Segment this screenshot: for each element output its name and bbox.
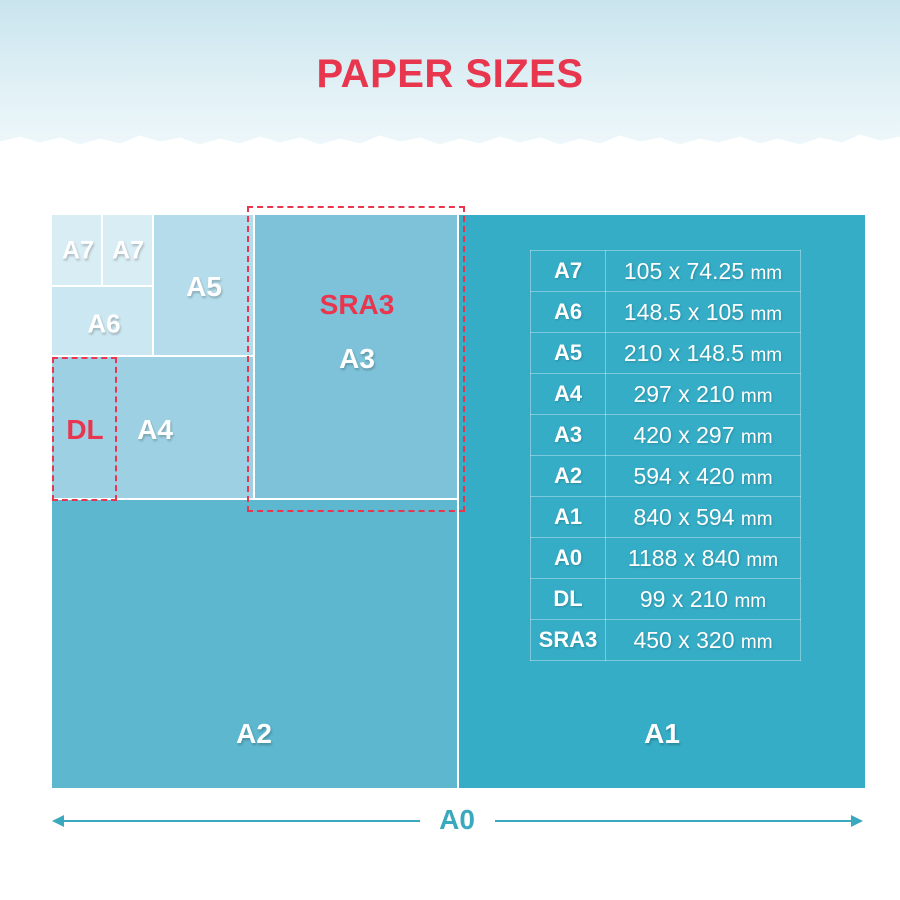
paper-size-dimensions: 420 x 297 mm (605, 414, 801, 456)
unit-label: mm (740, 426, 773, 448)
paper-size-name: SRA3 (530, 619, 606, 661)
paper-height: 594 (696, 503, 735, 530)
unit-label: mm (740, 385, 773, 407)
table-row: A1 840 x 594 mm (530, 496, 801, 538)
unit-label: mm (740, 631, 773, 653)
table-row: A3 420 x 297 mm (530, 414, 801, 456)
dimension-separator: x (668, 257, 681, 284)
paper-size-dimensions: 594 x 420 mm (605, 455, 801, 497)
paper-size-name: A4 (530, 373, 606, 415)
paper-size-dimensions: 105 x 74.25 mm (605, 250, 801, 292)
paper-size-name: A1 (530, 496, 606, 538)
a1-label: A1 (644, 718, 680, 749)
paper-size-name: DL (530, 578, 606, 620)
unit-label: mm (740, 467, 773, 489)
paper-height: 297 (696, 421, 735, 448)
paper-height: 105 (705, 298, 745, 325)
paper-height: 210 (696, 380, 735, 407)
unit-label: mm (734, 590, 767, 612)
sra3-label: SRA3 (319, 289, 395, 320)
unit-label: mm (750, 344, 783, 366)
paper-size-name: A7 (530, 250, 606, 292)
paper-height: 320 (696, 626, 735, 653)
paper-width: 594 (633, 462, 672, 489)
unit-label: mm (750, 262, 783, 284)
paper-size-dimensions: 210 x 148.5 mm (605, 332, 801, 374)
dimension-separator: x (678, 462, 690, 489)
a4-label: A4 (137, 414, 173, 445)
paper-height: 210 (689, 585, 729, 612)
dimension-separator: x (671, 585, 684, 612)
a0-label: A0 (439, 804, 475, 835)
dimension-separator: x (678, 380, 690, 407)
dimension-separator: x (678, 503, 690, 530)
paper-size-name: A5 (530, 332, 606, 374)
paper-width: 450 (633, 626, 672, 653)
unit-label: mm (750, 303, 783, 325)
a0-dimension-arrow: A0 (50, 800, 865, 840)
paper-size-name: A2 (530, 455, 606, 497)
dimension-separator: x (678, 421, 690, 448)
a3-label: A3 (339, 343, 375, 374)
paper-size-dimensions: 297 x 210 mm (605, 373, 801, 415)
paper-size-dimensions: 450 x 320 mm (605, 619, 801, 661)
a7-right-label: A7 (112, 236, 144, 265)
dimension-separator: x (683, 544, 696, 571)
table-row: A5 210 x 148.5 mm (530, 332, 801, 374)
paper-width: 148.5 (623, 298, 682, 325)
paper-width: 99 (639, 585, 666, 612)
table-row: A6 148.5 x 105 mm (530, 291, 801, 333)
unit-label: mm (740, 508, 773, 530)
a7-left-label: A7 (62, 236, 94, 265)
dimension-separator: x (678, 626, 690, 653)
paper-width: 210 (623, 339, 663, 366)
paper-width: 840 (633, 503, 672, 530)
table-row: A4 297 x 210 mm (530, 373, 801, 415)
table-row: A0 1188 x 840 mm (530, 537, 801, 579)
a5-label: A5 (186, 271, 222, 302)
paper-size-dimensions: 840 x 594 mm (605, 496, 801, 538)
paper-size-name: A6 (530, 291, 606, 333)
paper-width: 1188 (627, 544, 678, 571)
paper-size-dimensions: 148.5 x 105 mm (605, 291, 801, 333)
a2-label: A2 (236, 718, 272, 749)
table-row: SRA3 450 x 320 mm (530, 619, 801, 661)
paper-height: 74.25 (686, 257, 745, 284)
paper-width: 297 (633, 380, 672, 407)
table-row: DL 99 x 210 mm (530, 578, 801, 620)
paper-size-name: A3 (530, 414, 606, 456)
page-title: PAPER SIZES (316, 52, 584, 96)
a6-label: A6 (87, 308, 121, 339)
dimension-separator: x (687, 298, 700, 325)
table-row: A2 594 x 420 mm (530, 455, 801, 497)
dimension-separator: x (668, 339, 681, 366)
paper-height: 840 (701, 544, 741, 571)
dl-label: DL (66, 414, 104, 445)
paper-size-dimensions: 1188 x 840 mm (605, 537, 801, 579)
paper-height: 420 (696, 462, 735, 489)
paper-height: 148.5 (686, 339, 745, 366)
paper-size-dimensions: 99 x 210 mm (605, 578, 801, 620)
table-row: A7 105 x 74.25 mm (530, 250, 801, 292)
paper-width: 420 (633, 421, 672, 448)
unit-label: mm (746, 549, 779, 571)
paper-size-name: A0 (530, 537, 606, 579)
paper-width: 105 (623, 257, 663, 284)
paper-size-table: A7 105 x 74.25 mm A6 148.5 x 105 mm A5 210 x … (530, 250, 801, 661)
